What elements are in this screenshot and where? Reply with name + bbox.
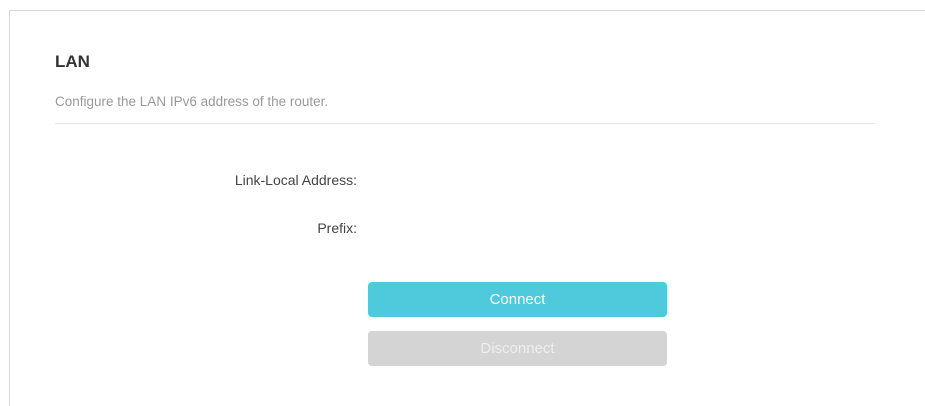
- prefix-label: Prefix:: [317, 220, 357, 236]
- connect-button[interactable]: Connect: [368, 282, 667, 317]
- link-local-address-row: Link-Local Address:: [150, 170, 750, 190]
- section-divider: [55, 123, 875, 124]
- disconnect-button[interactable]: Disconnect: [368, 331, 667, 366]
- section-description: Configure the LAN IPv6 address of the ro…: [55, 94, 329, 109]
- prefix-row: Prefix:: [150, 218, 750, 238]
- link-local-address-label: Link-Local Address:: [234, 172, 357, 188]
- section-title: LAN: [55, 52, 90, 71]
